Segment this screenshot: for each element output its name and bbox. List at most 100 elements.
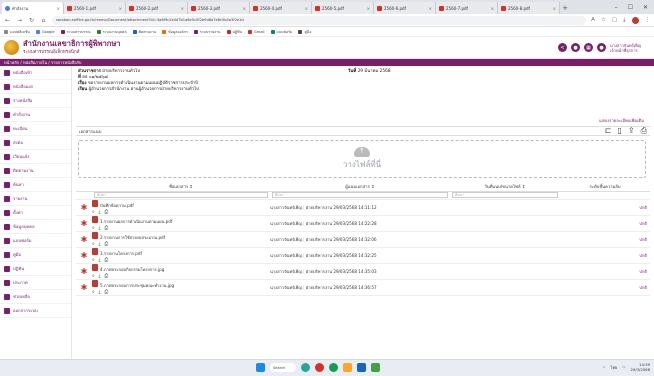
view-icon[interactable]: ⌕	[92, 257, 96, 263]
sidebar-item[interactable]: ข้อมูลบุคคล	[0, 220, 71, 234]
file-name[interactable]: 5.ภาพประกอบการประชุมคณะทำงาน.jpg	[100, 283, 174, 288]
sidebar-item[interactable]: ออกจากระบบ	[0, 304, 71, 318]
view-icon[interactable]: ⌕	[92, 241, 96, 247]
file-name[interactable]: 4.ภาพประกอบกิจกรรมโครงการ.jpg	[100, 267, 164, 272]
bookmark-item[interactable]: ระบบสารบรรณ	[60, 29, 91, 35]
file-drop-zone[interactable]: วางไฟล์ที่นี่	[78, 140, 646, 178]
wifi-icon[interactable]: ◠	[622, 365, 625, 370]
pin-icon[interactable]: ✱	[76, 263, 92, 280]
close-tab-icon[interactable]: ×	[491, 6, 494, 11]
minimize-icon[interactable]: –	[615, 4, 618, 11]
bookmark-item[interactable]: ติดตามงาน	[132, 29, 156, 35]
name-filter-input[interactable]: ค้นหา	[94, 192, 268, 198]
close-tab-icon[interactable]: ×	[429, 6, 432, 11]
download-icon[interactable]: ⤓	[98, 289, 101, 295]
maximize-icon[interactable]: ☐	[628, 4, 633, 11]
column-header-name[interactable]: ชื่อเอกสาร ⇕	[92, 183, 270, 192]
sidebar-item[interactable]: ส่งต่อ	[0, 136, 71, 150]
uploader-filter-input[interactable]: ค้นหา	[272, 192, 448, 198]
print-icon[interactable]: ⎙	[641, 126, 647, 136]
pin-icon[interactable]: ✱	[76, 199, 92, 216]
bookmark-item[interactable]: ระบบรายงาน	[193, 29, 221, 35]
print-icon[interactable]: ⎙	[104, 209, 109, 215]
browser-tab[interactable]: 2560-2.pdf ×	[126, 2, 188, 14]
browser-tab[interactable]: 2560-4.pdf ×	[250, 2, 312, 14]
download-icon[interactable]: ⤓	[623, 17, 625, 24]
address-bar[interactable]: saraban.eoffice.go.th/memo/Document/atta…	[52, 15, 587, 25]
file-name[interactable]: 2.รายงานการใช้จ่ายงบประมาณ.pdf	[100, 235, 165, 240]
reload-icon[interactable]: ↻	[28, 17, 35, 24]
table-row[interactable]: ✱ 1.รายงานผลการดำเนินงานตามแผน.pdf ⌕ ⤓ ⎙ นา…	[76, 215, 650, 232]
view-icon[interactable]: ⌕	[92, 289, 96, 295]
sidebar-item[interactable]: เวียนแจ้ง	[0, 150, 71, 164]
close-tab-icon[interactable]: ×	[57, 6, 60, 11]
back-icon[interactable]: ←	[4, 17, 11, 24]
sidebar-item[interactable]: ติดตามงาน	[0, 164, 71, 178]
bookmark-star-icon[interactable]: ☆	[601, 17, 606, 24]
clock[interactable]: 14:39 29/3/2568	[631, 362, 650, 372]
file-name[interactable]: 1.รายงานผลการดำเนินงานตามแผน.pdf	[100, 219, 172, 224]
sidebar-item[interactable]: ค้นหา	[0, 178, 71, 192]
print-icon[interactable]: ⎙	[104, 225, 109, 231]
notification-icon[interactable]: ●	[571, 43, 580, 52]
download-icon[interactable]: ⤓	[98, 225, 101, 231]
browser-tab[interactable]: 2560-5.pdf ×	[312, 2, 374, 14]
sidebar-item[interactable]: รายงาน	[0, 192, 71, 206]
print-icon[interactable]: ⎙	[104, 257, 109, 263]
column-header-date[interactable]: วันที่แนบ/ขนาดไฟล์ ⇕	[450, 183, 560, 192]
browser-tab[interactable]: 2560-3.pdf ×	[188, 2, 250, 14]
file-name[interactable]: 3.รายงานโครงการ.pdf	[100, 251, 142, 256]
bookmark-item[interactable]: ระบบงานบุคคล	[96, 29, 127, 35]
pin-icon[interactable]: ✱	[76, 279, 92, 296]
table-row[interactable]: ✱ บันทึกข้อความ.pdf ⌕ ⤓ ⎙ นางสาวจันทร์เพ็ญ …	[76, 199, 650, 216]
copilot-icon[interactable]	[301, 363, 310, 372]
close-tab-icon[interactable]: ×	[553, 6, 556, 11]
chrome-icon[interactable]	[315, 363, 324, 372]
bookmark-item[interactable]: ข้อมูลองค์กร	[162, 29, 188, 35]
browser-tab[interactable]: 2560-1.pdf ×	[64, 2, 126, 14]
pin-icon[interactable]: ✱	[76, 247, 92, 264]
sidebar-item[interactable]: ปฏิทิน	[0, 262, 71, 276]
download-icon[interactable]: ⤓	[98, 209, 101, 215]
bookmark-item[interactable]: Google	[35, 29, 55, 34]
outlook-icon[interactable]	[357, 363, 366, 372]
profile-avatar[interactable]	[631, 16, 639, 24]
print-icon[interactable]: ⎙	[104, 289, 109, 295]
print-icon[interactable]: ⎙	[104, 273, 109, 279]
forward-icon[interactable]: →	[16, 17, 23, 24]
bookmark-item[interactable]: ปฏิทิน	[226, 29, 242, 35]
upload-icon[interactable]: ⇪	[628, 126, 635, 136]
column-header-uploader[interactable]: ผู้แนบเอกสาร ⇕	[270, 183, 450, 192]
sidebar-item[interactable]: หนังสือออก	[0, 80, 71, 94]
share-icon[interactable]: <	[558, 43, 567, 52]
browser-tab[interactable]: 2560-6.pdf ×	[374, 2, 436, 14]
user-avatar[interactable]: ●	[597, 43, 606, 52]
print-icon[interactable]: ⎙	[104, 241, 109, 247]
store-icon[interactable]	[371, 363, 380, 372]
bookmark-item[interactable]: คู่มือ	[298, 29, 311, 35]
pin-icon[interactable]: ✱	[76, 215, 92, 232]
grid-menu-icon[interactable]: ▦	[584, 43, 593, 52]
folder-icon[interactable]: ⊏	[605, 126, 612, 136]
translate-icon[interactable]: A	[591, 17, 595, 24]
taskbar-search[interactable]: Search	[270, 363, 296, 372]
sidebar-item[interactable]: ทะเบียน	[0, 122, 71, 136]
browser-tab[interactable]: คำสั่งงาน ×	[2, 2, 64, 14]
date-filter-input[interactable]: ค้นหา	[452, 192, 558, 198]
language-indicator[interactable]: ไทย	[611, 365, 618, 370]
table-row[interactable]: ✱ 5.ภาพประกอบการประชุมคณะทำงาน.jpg ⌕ ⤓ ⎙ นา…	[76, 279, 650, 296]
view-icon[interactable]: ⌕	[92, 225, 96, 231]
tray-chevron-icon[interactable]: ^	[602, 365, 605, 370]
sidebar-item[interactable]: แบบฟอร์ม	[0, 234, 71, 248]
home-icon[interactable]: ⌂	[40, 17, 47, 24]
table-row[interactable]: ✱ 2.รายงานการใช้จ่ายงบประมาณ.pdf ⌕ ⤓ ⎙ นางส…	[76, 231, 650, 248]
file-icon[interactable]: ▯	[617, 126, 621, 136]
sidebar-item[interactable]: ร่างหนังสือ	[0, 94, 71, 108]
sidebar-item[interactable]: หนังสือเข้า	[0, 66, 71, 80]
close-tab-icon[interactable]: ×	[181, 6, 184, 11]
file-explorer-icon[interactable]	[343, 363, 352, 372]
close-tab-icon[interactable]: ×	[305, 6, 308, 11]
edge-icon[interactable]	[329, 363, 338, 372]
close-tab-icon[interactable]: ×	[243, 6, 246, 11]
file-name[interactable]: บันทึกข้อความ.pdf	[100, 203, 134, 208]
